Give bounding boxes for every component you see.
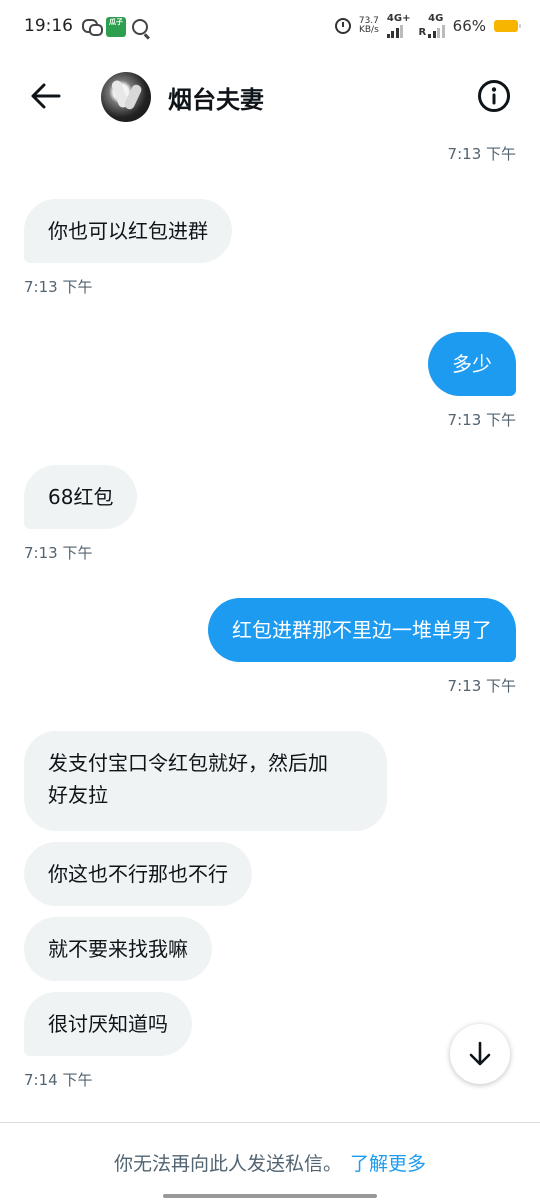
contact-name[interactable]: 烟台夫妻 — [168, 80, 264, 115]
message-bubble-incoming[interactable]: 发支付宝口令红包就好，然后加 好友拉 — [24, 731, 387, 831]
message-text-line: 好友拉 — [48, 783, 108, 807]
message-text-line: 发支付宝口令红包就好，然后加 — [48, 751, 328, 775]
message-text: 多少 — [452, 352, 492, 376]
network-type-label: 4G+ — [386, 13, 411, 24]
network-type-label-2: 4G — [428, 13, 444, 24]
footer-text: 你无法再向此人发送私信。 了解更多 — [0, 1149, 540, 1176]
message-text: 就不要来找我嘛 — [48, 937, 188, 961]
back-button[interactable] — [22, 74, 70, 118]
message-bubble-outgoing[interactable]: 红包进群那不里边一堆单男了 — [208, 598, 516, 662]
signal-bars-icon-2 — [428, 24, 445, 38]
battery-percent: 66% — [452, 17, 486, 35]
battery-icon — [494, 20, 521, 32]
dm-disabled-footer: 你无法再向此人发送私信。 了解更多 — [0, 1122, 540, 1200]
message-timestamp: 7:14 下午 — [24, 1071, 93, 1089]
message-timestamp: 7:13 下午 — [447, 411, 516, 429]
message-bubble-incoming[interactable]: 你也可以红包进群 — [24, 199, 232, 263]
signal-2: R 4G — [418, 13, 445, 38]
guazi-app-icon: 瓜子 — [106, 17, 126, 37]
scroll-to-bottom-button[interactable] — [450, 1024, 510, 1084]
info-button[interactable] — [476, 78, 512, 114]
message-text: 红包进群那不里边一堆单男了 — [232, 618, 492, 642]
arrow-down-icon — [469, 1041, 491, 1066]
message-text: 你也可以红包进群 — [48, 219, 208, 243]
status-bar: 19:16 瓜子 73.7 KB/s 4G+ R 4G 66% — [0, 0, 540, 56]
message-text: 很讨厌知道吗 — [48, 1012, 168, 1036]
roaming-label: R — [418, 27, 427, 38]
signal-1: 4G+ — [386, 13, 411, 38]
message-bubble-incoming[interactable]: 就不要来找我嘛 — [24, 917, 212, 981]
notification-icons: 瓜子 — [82, 17, 148, 37]
wechat-icon — [82, 19, 103, 36]
status-time: 19:16 — [24, 16, 73, 36]
alarm-icon — [334, 18, 351, 34]
status-indicators: 73.7 KB/s 4G+ R 4G 66% — [334, 13, 521, 38]
network-speed: 73.7 KB/s — [358, 16, 379, 35]
learn-more-link[interactable]: 了解更多 — [350, 1153, 426, 1175]
message-bubble-incoming[interactable]: 很讨厌知道吗 — [24, 992, 192, 1056]
message-timestamp: 7:13 下午 — [447, 677, 516, 695]
message-bubble-outgoing[interactable]: 多少 — [428, 332, 516, 396]
message-timestamp: 7:13 下午 — [24, 544, 93, 562]
message-text: 68红包 — [48, 485, 114, 509]
message-bubble-incoming[interactable]: 68红包 — [24, 465, 138, 529]
contact-avatar[interactable] — [101, 72, 151, 122]
home-indicator[interactable] — [163, 1194, 377, 1198]
message-bubble-incoming[interactable]: 你这也不行那也不行 — [24, 842, 252, 906]
dm-conversation-screen: 19:16 瓜子 73.7 KB/s 4G+ R 4G 66% 烟台夫妻 7:1… — [0, 0, 540, 1200]
message-timestamp: 7:13 下午 — [24, 278, 93, 296]
message-timestamp: 7:13 下午 — [447, 145, 516, 163]
arrow-left-icon — [31, 83, 61, 109]
signal-bars-icon — [386, 24, 411, 38]
info-circle-icon — [478, 80, 510, 112]
message-text: 你这也不行那也不行 — [48, 862, 228, 886]
conversation-header: 烟台夫妻 — [0, 56, 540, 140]
search-app-icon — [132, 19, 148, 35]
dm-disabled-notice: 你无法再向此人发送私信。 — [113, 1153, 342, 1175]
